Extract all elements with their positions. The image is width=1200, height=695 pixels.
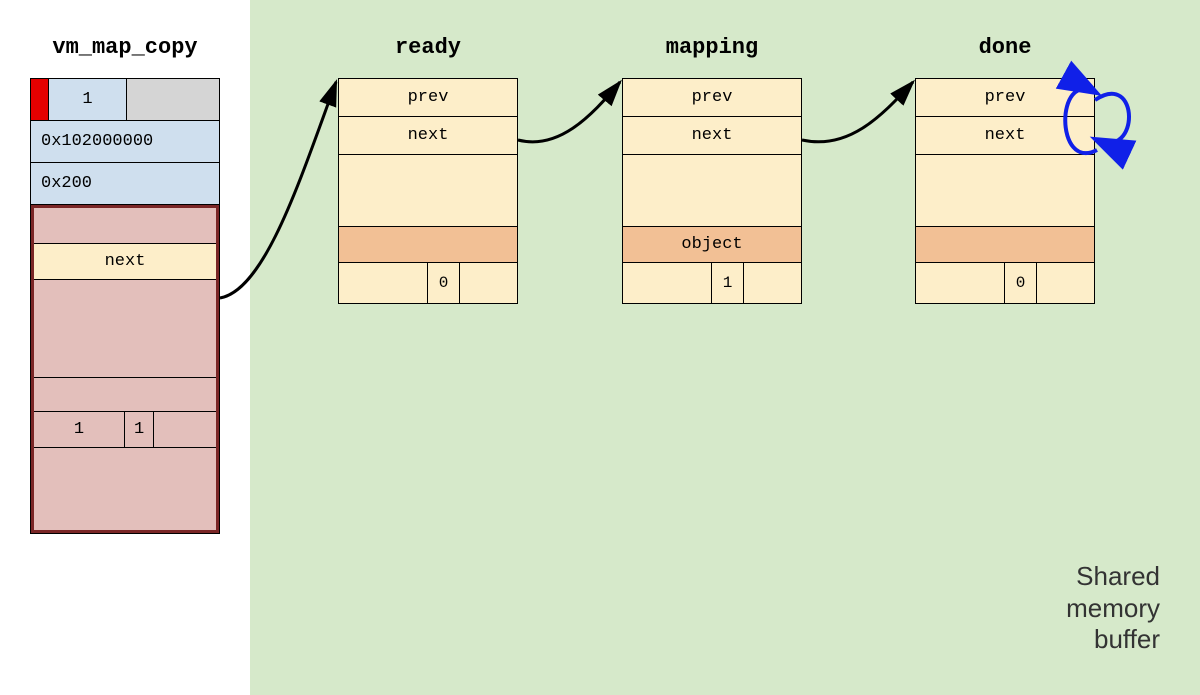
caption-line2: memory xyxy=(1066,593,1160,624)
vmcopy-pad xyxy=(127,79,219,120)
ready-bits-left xyxy=(339,263,428,303)
mapping-spacer xyxy=(623,155,801,227)
vmcopy-size: 0x200 xyxy=(31,163,219,205)
entry-done: prev next 0 xyxy=(915,78,1095,304)
mapping-prev: prev xyxy=(623,79,801,117)
ready-title: ready xyxy=(338,35,518,60)
done-title: done xyxy=(915,35,1095,60)
mapping-bits-left xyxy=(623,263,712,303)
entry-ready: prev next 0 xyxy=(338,78,518,304)
caption-line3: buffer xyxy=(1066,624,1160,655)
done-bits-left xyxy=(916,263,1005,303)
entry-mapping: prev next object 1 xyxy=(622,78,802,304)
ready-object xyxy=(339,227,517,263)
ready-bits-right xyxy=(460,263,517,303)
done-object xyxy=(916,227,1094,263)
ready-next: next xyxy=(339,117,517,155)
vmcopy-type: 1 xyxy=(49,79,127,120)
fake-gap2 xyxy=(34,448,216,530)
mapping-wired: 1 xyxy=(712,263,744,303)
fake-bit-left: 1 xyxy=(34,412,125,447)
done-next: next xyxy=(916,117,1094,155)
caption-line1: Shared xyxy=(1066,561,1160,592)
fake-prev xyxy=(34,208,216,244)
done-wired: 0 xyxy=(1005,263,1037,303)
mapping-next: next xyxy=(623,117,801,155)
fake-bit-mid: 1 xyxy=(125,412,154,447)
mapping-title: mapping xyxy=(622,35,802,60)
vmcopy-offset: 0x102000000 xyxy=(31,121,219,163)
shared-buffer-caption: Shared memory buffer xyxy=(1066,561,1160,655)
fake-gap1 xyxy=(34,280,216,378)
ready-wired: 0 xyxy=(428,263,460,303)
fake-entry: next 1 1 xyxy=(31,205,219,533)
mapping-bits-right xyxy=(744,263,801,303)
fake-next: next xyxy=(34,244,216,279)
done-bits-right xyxy=(1037,263,1094,303)
mapping-object: object xyxy=(623,227,801,263)
diagram-canvas: vm_map_copy ready mapping done 1 0x10200… xyxy=(0,0,1200,695)
fake-object xyxy=(34,378,216,412)
ready-prev: prev xyxy=(339,79,517,117)
done-prev: prev xyxy=(916,79,1094,117)
vmcopy-struct: 1 0x102000000 0x200 next 1 1 xyxy=(30,78,220,534)
vmcopy-title: vm_map_copy xyxy=(30,35,220,60)
vmcopy-flag xyxy=(31,79,49,120)
done-spacer xyxy=(916,155,1094,227)
ready-spacer xyxy=(339,155,517,227)
